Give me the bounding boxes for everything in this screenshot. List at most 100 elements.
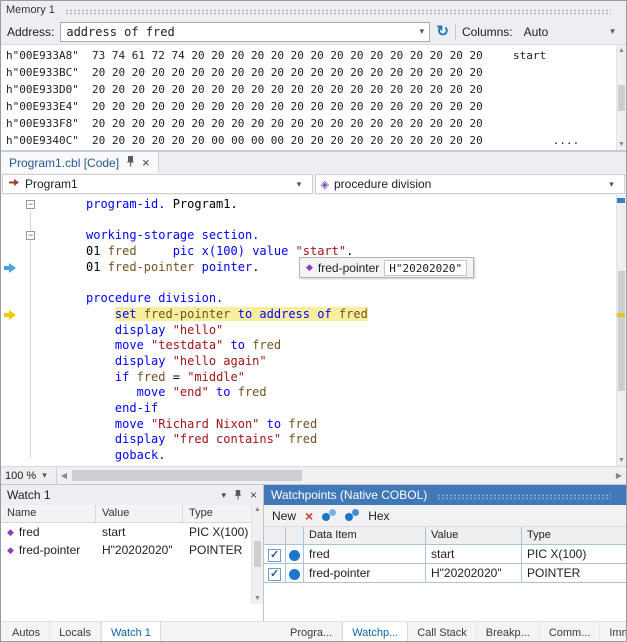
- address-combobox[interactable]: address of fred ▾: [60, 22, 430, 42]
- code-line[interactable]: display "fred contains" fred: [1, 432, 616, 448]
- columns-value[interactable]: Auto: [519, 25, 605, 39]
- watch-row[interactable]: ◆fred-pointerH"20202020"POINTER: [1, 541, 251, 559]
- type-dropdown[interactable]: Program1 ▾: [2, 174, 313, 194]
- scrollbar-thumb[interactable]: [618, 271, 625, 391]
- fold-collapse-icon[interactable]: −: [26, 200, 35, 209]
- scroll-up-icon[interactable]: ▲: [618, 47, 625, 54]
- watchpoint-row[interactable]: ✓fredstartPIC X(100): [264, 545, 627, 564]
- column-header-data-item[interactable]: Data Item: [304, 527, 426, 545]
- code-line[interactable]: move "testdata" to fred: [1, 338, 616, 354]
- memory-hex-grid[interactable]: h"00E933A8"73 74 61 72 74 20 20 20 20 20…: [1, 45, 616, 150]
- close-icon[interactable]: ×: [142, 157, 150, 169]
- watchpoint-data-item[interactable]: fred: [304, 545, 426, 564]
- code-text: end-if: [115, 401, 158, 415]
- code-line[interactable]: move "Richard Nixon" to fred: [1, 417, 616, 433]
- watchpoint-value[interactable]: H"20202020": [426, 564, 522, 583]
- watchpoint-value[interactable]: start: [426, 545, 522, 564]
- code-token: fred: [339, 307, 368, 321]
- new-watchpoint-button[interactable]: New: [272, 509, 296, 523]
- tab-progra-[interactable]: Progra...: [281, 622, 342, 642]
- watch-name-cell[interactable]: ◆fred: [1, 525, 96, 539]
- watchpoint-checkbox[interactable]: ✓: [268, 549, 281, 562]
- watch-scrollbar[interactable]: ▲ ▼: [251, 504, 263, 604]
- code-line[interactable]: set fred-pointer to address of fred: [1, 307, 616, 323]
- delete-watchpoint-icon[interactable]: ×: [305, 510, 313, 522]
- chevron-down-icon[interactable]: ▾: [605, 26, 620, 37]
- datatip-value[interactable]: H"20202020": [384, 260, 467, 276]
- fold-collapse-icon[interactable]: −: [26, 231, 35, 240]
- code-line[interactable]: working-storage section.−: [1, 228, 616, 244]
- code-line[interactable]: program-id. Program1.−: [1, 197, 616, 213]
- code-line[interactable]: move "end" to fred: [1, 385, 616, 401]
- column-header-name[interactable]: Name: [1, 505, 96, 522]
- column-header-value[interactable]: Value: [426, 527, 522, 545]
- memory-title-bar[interactable]: Memory 1: [1, 1, 626, 19]
- code-editor[interactable]: program-id. Program1.− working-storage se…: [1, 195, 616, 466]
- columns-combobox[interactable]: Auto ▾: [519, 22, 620, 42]
- code-line[interactable]: procedure division.: [1, 291, 616, 307]
- tab-immedi-[interactable]: Immedi...: [600, 622, 627, 642]
- code-line[interactable]: display "hello": [1, 323, 616, 339]
- tab-watch-1[interactable]: Watch 1: [101, 622, 161, 642]
- column-header-type[interactable]: Type: [522, 527, 627, 545]
- pin-icon[interactable]: [126, 155, 135, 170]
- watch-title-bar[interactable]: Watch 1 ▾ ×: [1, 485, 263, 505]
- watchpoint-row[interactable]: ✓fred-pointerH"20202020"POINTER: [264, 564, 627, 583]
- editor-horizontal-scrollbar[interactable]: ◀ ▶: [57, 467, 626, 484]
- chevron-down-icon[interactable]: ▾: [604, 179, 619, 190]
- memory-row[interactable]: h"00E9340C"20 20 20 20 20 20 00 00 00 00…: [1, 132, 616, 149]
- code-line[interactable]: if fred = "middle": [1, 370, 616, 386]
- enable-watchpoints-icon[interactable]: [322, 509, 336, 522]
- scroll-right-icon[interactable]: ▶: [612, 471, 626, 480]
- chevron-down-icon[interactable]: ▾: [37, 470, 52, 481]
- tab-watchp-[interactable]: Watchp...: [342, 622, 408, 642]
- scroll-left-icon[interactable]: ◀: [57, 471, 71, 480]
- memory-row[interactable]: h"00E933A8"73 74 61 72 74 20 20 20 20 20…: [1, 47, 616, 64]
- member-dropdown[interactable]: ◈ procedure division ▾: [315, 174, 626, 194]
- scrollbar-thumb[interactable]: [618, 85, 625, 111]
- close-icon[interactable]: ×: [250, 488, 257, 502]
- datatip-fred-pointer[interactable]: ◆ fred-pointer H"20202020": [299, 257, 474, 278]
- scroll-up-icon[interactable]: ▲: [254, 506, 261, 513]
- code-line[interactable]: goback.: [1, 448, 616, 464]
- tab-locals[interactable]: Locals: [50, 622, 101, 642]
- tab-call-stack[interactable]: Call Stack: [408, 622, 477, 642]
- tab-autos[interactable]: Autos: [3, 622, 50, 642]
- memory-row[interactable]: h"00E933F8"20 20 20 20 20 20 20 20 20 20…: [1, 115, 616, 132]
- watch-value[interactable]: start: [96, 525, 183, 539]
- column-header-type[interactable]: Type: [183, 505, 251, 522]
- watch-value[interactable]: H"20202020": [96, 543, 183, 557]
- watchpoint-data-item[interactable]: fred-pointer: [304, 564, 426, 583]
- code-line[interactable]: display "hello again": [1, 354, 616, 370]
- code-line[interactable]: end-if: [1, 401, 616, 417]
- refresh-icon[interactable]: ↻: [436, 24, 449, 39]
- scrollbar-thumb[interactable]: [72, 470, 302, 481]
- tab-comm-[interactable]: Comm...: [540, 622, 601, 642]
- tab-breakp-[interactable]: Breakp...: [477, 622, 540, 642]
- zoom-select[interactable]: 100 % ▾: [1, 467, 57, 484]
- address-value[interactable]: address of fred: [61, 25, 414, 39]
- column-header-value[interactable]: Value: [96, 505, 183, 522]
- scroll-down-icon[interactable]: ▼: [618, 457, 625, 464]
- scroll-down-icon[interactable]: ▼: [618, 141, 625, 148]
- watch-rows: ◆fredstartPIC X(100)◆fred-pointerH"20202…: [1, 523, 251, 559]
- tab-program1-cbl[interactable]: Program1.cbl [Code] ×: [1, 152, 159, 173]
- memory-row[interactable]: h"00E933D0"20 20 20 20 20 20 20 20 20 20…: [1, 81, 616, 98]
- memory-row[interactable]: h"00E933E4"20 20 20 20 20 20 20 20 20 20…: [1, 98, 616, 115]
- scroll-down-icon[interactable]: ▼: [254, 595, 261, 602]
- watchpoint-checkbox[interactable]: ✓: [268, 568, 281, 581]
- watch-name-cell[interactable]: ◆fred-pointer: [1, 543, 96, 557]
- memory-scrollbar[interactable]: ▲ ▼: [616, 45, 626, 150]
- chevron-down-icon[interactable]: ▾: [292, 179, 307, 190]
- window-menu-icon[interactable]: ▾: [221, 490, 226, 501]
- editor-scrollbar[interactable]: ▲ ▼: [616, 195, 626, 466]
- watchpoints-title-bar[interactable]: Watchpoints (Native COBOL): [264, 485, 627, 505]
- pin-icon[interactable]: [234, 489, 242, 502]
- scrollbar-thumb[interactable]: [254, 541, 261, 567]
- chevron-down-icon[interactable]: ▾: [414, 26, 429, 37]
- hex-toggle-button[interactable]: Hex: [368, 509, 389, 523]
- disable-watchpoints-icon[interactable]: [345, 509, 359, 522]
- code-line[interactable]: [1, 213, 616, 229]
- memory-row[interactable]: h"00E933BC"20 20 20 20 20 20 20 20 20 20…: [1, 64, 616, 81]
- watch-row[interactable]: ◆fredstartPIC X(100): [1, 523, 251, 541]
